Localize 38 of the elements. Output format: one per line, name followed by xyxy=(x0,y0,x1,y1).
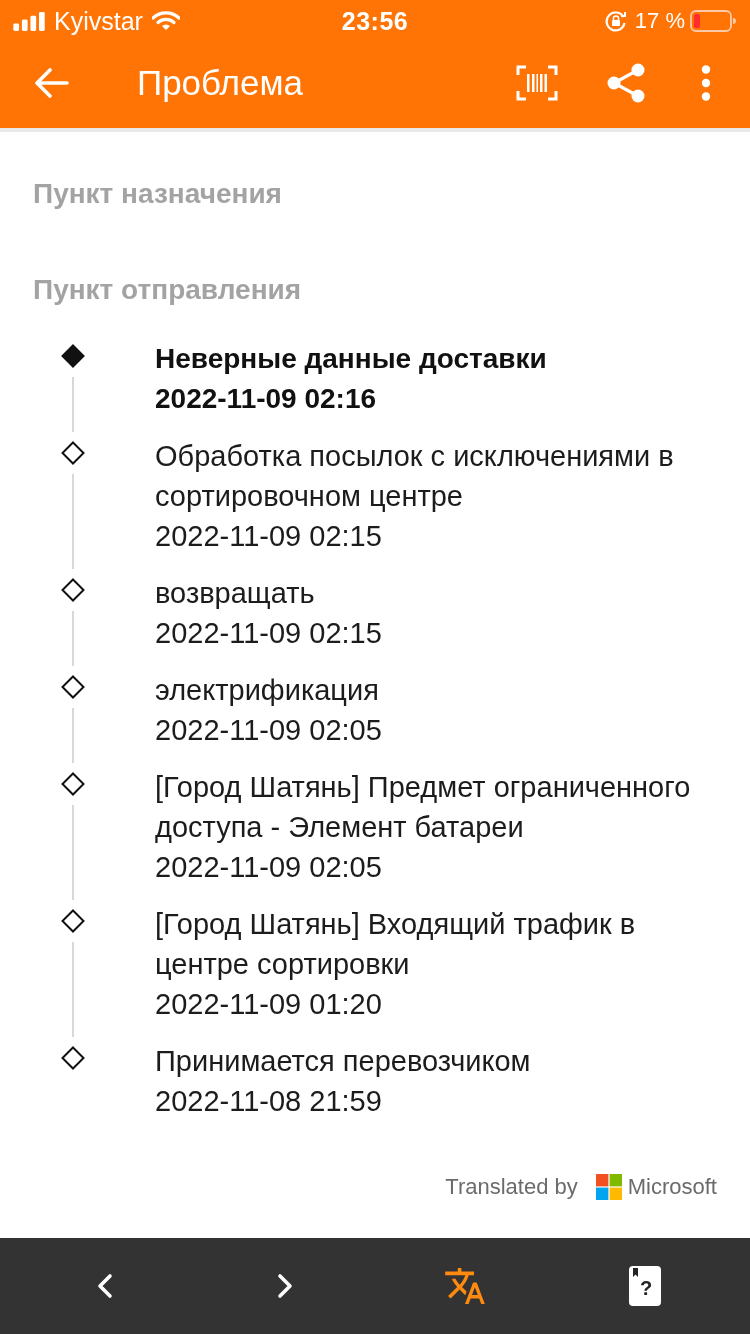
timeline-connector xyxy=(71,377,74,432)
event-title: Принимается перевозчиком xyxy=(155,1044,531,1079)
wifi-icon xyxy=(151,11,180,31)
event-title: [Город Шатянь] Предмет ограниченного доступа - Элемент батареи xyxy=(155,770,692,845)
event-time: 2022-11-09 01:20 xyxy=(155,987,383,1022)
section-label: Пункт отправления xyxy=(33,275,303,305)
translated-by-text: Translated by xyxy=(445,1174,578,1200)
event-time: 2022-11-09 02:05 xyxy=(155,713,382,748)
section-label: Пункт назначения xyxy=(33,179,283,209)
brand-name: Microsoft xyxy=(627,1174,717,1200)
timeline-connector xyxy=(71,708,74,763)
chevron-right-icon xyxy=(277,1273,293,1299)
battery-icon xyxy=(690,10,736,32)
four-squares-icon xyxy=(595,1174,622,1200)
event-title: Обработка посылок с исключениями в сортировочном центре xyxy=(155,439,675,514)
barcode-scan-icon xyxy=(516,65,558,101)
event-time: 2022-11-09 02:05 xyxy=(155,850,383,885)
event-title: возвращать xyxy=(155,576,316,611)
event-title: Неверные данные доставки xyxy=(155,342,547,376)
event-time: 2022-11-09 02:15 xyxy=(155,519,383,554)
signal-icon xyxy=(13,11,46,31)
event-title: электрификация xyxy=(155,673,380,708)
back-arrow-icon xyxy=(35,68,69,98)
rotation-lock-icon xyxy=(604,10,627,32)
status-time: 23:56 xyxy=(341,6,409,36)
more-vertical-icon xyxy=(701,65,711,101)
help-card-icon: ? xyxy=(629,1266,661,1306)
event-time: 2022-11-09 02:16 xyxy=(155,382,378,416)
screen-title: Проблема xyxy=(137,63,304,103)
battery-percent: 17 % xyxy=(634,8,685,34)
event-time: 2022-11-08 21:59 xyxy=(155,1084,383,1119)
event-time: 2022-11-09 02:15 xyxy=(155,616,382,651)
carrier-name: Kyivstar xyxy=(54,6,143,36)
chevron-left-icon xyxy=(97,1273,113,1299)
event-title: [Город Шатянь] Входящий трафик в центре сортировки xyxy=(155,907,637,982)
share-icon xyxy=(607,63,645,103)
timeline-connector xyxy=(71,611,74,666)
help-button[interactable]: ? xyxy=(621,1258,669,1314)
